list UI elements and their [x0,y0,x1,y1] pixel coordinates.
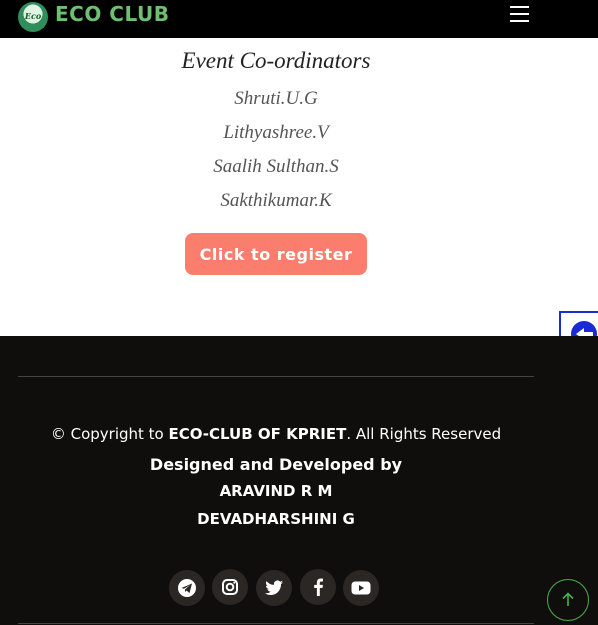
coordinator-name: Saalih Sulthan.S [213,156,339,177]
coordinator-name: Shruti.U.G [234,88,318,109]
coordinator-name: Sakthikumar.K [220,190,332,211]
developer-name: ARAVIND R M [219,482,333,500]
menu-bar [510,13,529,15]
eco-club-logo[interactable]: Eco [18,2,48,32]
brand-name[interactable]: ECO CLUB [55,2,170,26]
footer-bottom-divider [18,623,534,624]
hamburger-menu-icon[interactable] [508,4,532,24]
copyright-text: © Copyright to ECO-CLUB OF KPRIET. All R… [0,425,552,443]
youtube-icon[interactable] [343,570,379,606]
twitter-icon[interactable] [256,570,292,606]
copyright-prefix: © Copyright to [50,425,169,443]
site-footer: © Copyright to ECO-CLUB OF KPRIET. All R… [0,336,598,625]
designed-by-heading: Designed and Developed by [149,455,403,474]
event-coordinators-heading: Event Co-ordinators [181,48,371,73]
telegram-icon[interactable] [169,570,205,606]
developer-name: DEVADHARSHINI G [197,510,355,528]
menu-bar [510,20,529,22]
back-to-top-button[interactable] [547,579,589,621]
copyright-org: ECO-CLUB OF KPRIET [168,425,347,443]
register-button[interactable]: Click to register [185,233,367,275]
copyright-suffix: . All Rights Reserved [346,425,502,443]
coordinator-name: Lithyashree.V [223,122,329,143]
footer-divider [18,376,534,377]
menu-bar [510,6,529,8]
facebook-icon[interactable] [300,569,336,605]
logo-text: Eco [24,11,42,21]
instagram-icon[interactable] [212,569,248,605]
top-navbar: Eco ECO CLUB [0,0,598,38]
arrow-up-icon [562,592,574,606]
